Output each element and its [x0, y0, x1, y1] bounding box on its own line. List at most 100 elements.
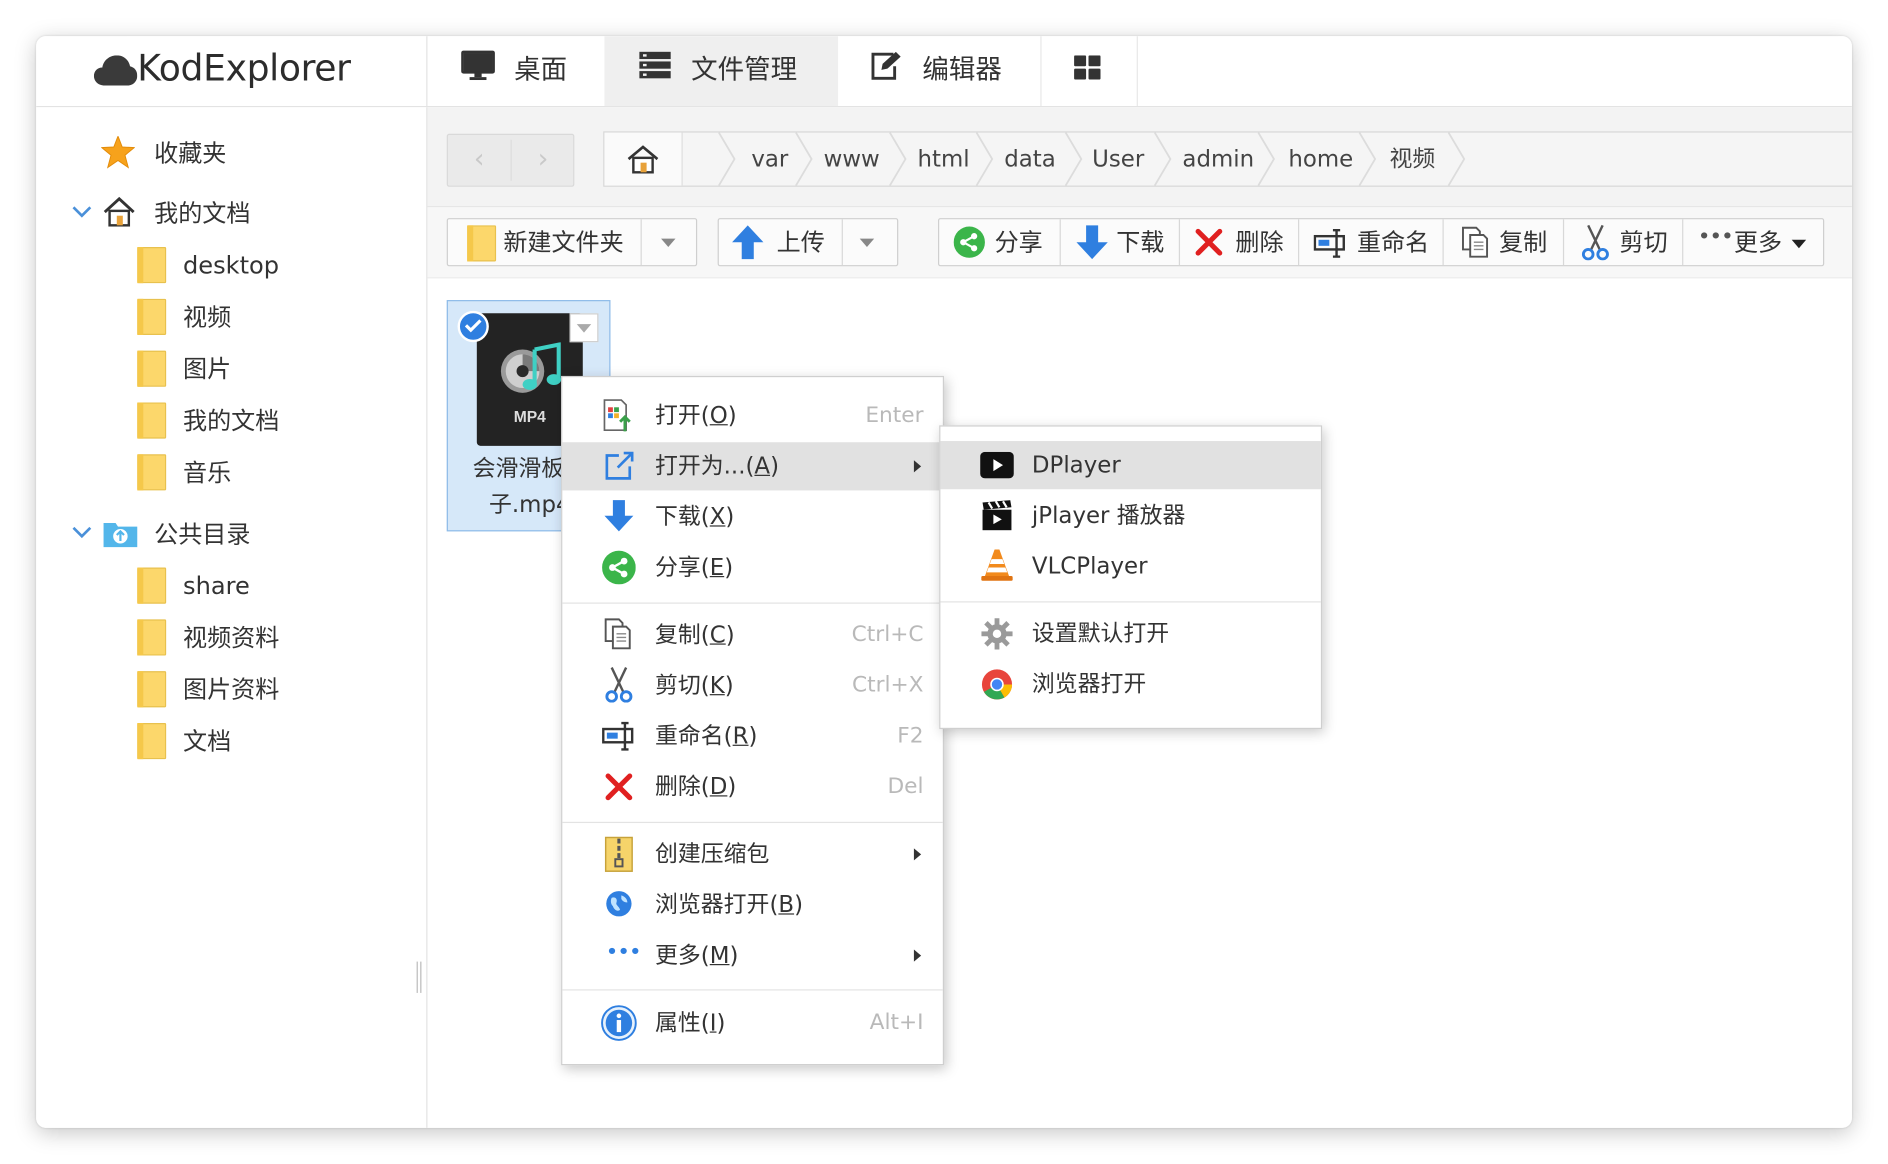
rename-button[interactable]: 重命名 — [1299, 219, 1442, 265]
menu-item-label: 属性(I) — [655, 1009, 726, 1037]
share-icon — [953, 226, 985, 258]
breadcrumb-item[interactable]: www — [824, 133, 880, 186]
menu-item-cut[interactable]: 剪切(K) Ctrl+X — [562, 662, 942, 710]
tab-editor[interactable]: 编辑器 — [838, 36, 1040, 106]
tree-item-folder[interactable]: 图片资料 — [137, 668, 402, 711]
submenu-item-dplayer[interactable]: DPlayer — [940, 441, 1321, 490]
menu-item-label: 打开(O) — [655, 402, 737, 429]
forward-button[interactable]: › — [512, 135, 575, 186]
checkmark-icon[interactable] — [457, 310, 489, 343]
chevron-down-icon[interactable] — [72, 206, 92, 218]
submenu-item-vlcplayer[interactable]: VLCPlayer — [940, 542, 1320, 590]
tree-item-my-documents[interactable]: 我的文档 — [72, 192, 409, 235]
breadcrumb-separator-icon — [718, 132, 736, 186]
new-folder-button[interactable]: 新建文件夹 — [448, 219, 641, 265]
copy-button[interactable]: 复制 — [1444, 219, 1563, 265]
menu-item-open[interactable]: 打开(O) Enter — [562, 392, 942, 440]
breadcrumb-separator-icon — [795, 132, 813, 186]
back-button[interactable]: ‹ — [448, 135, 511, 186]
path-bar: ‹ › var www html data User admin home 视频 — [427, 107, 1852, 208]
menu-item-delete[interactable]: 删除(D) Del — [562, 763, 942, 811]
app-logo-text: KodExplorer — [137, 48, 351, 91]
breadcrumb-item[interactable]: html — [918, 133, 970, 186]
breadcrumb-separator-icon — [1358, 132, 1377, 186]
menu-item-download[interactable]: 下载(X) — [562, 493, 942, 541]
public-folder-icon — [103, 522, 138, 548]
submenu-item-open-in-browser[interactable]: 浏览器打开 — [940, 660, 1320, 708]
scissors-icon — [1581, 224, 1609, 261]
file-menu-dropdown[interactable] — [569, 313, 599, 343]
tree-item-favorites[interactable]: 收藏夹 — [101, 131, 414, 174]
submenu-item-set-default[interactable]: 设置默认打开 — [940, 610, 1320, 658]
menu-item-copy[interactable]: 复制(C) Ctrl+C — [562, 611, 942, 659]
menu-item-more[interactable]: ••• 更多(M) — [562, 931, 942, 979]
tree-item-label: 图片 — [183, 354, 232, 384]
submenu-arrow-icon — [913, 848, 922, 861]
menu-item-rename[interactable]: 重命名(R) F2 — [562, 712, 942, 760]
breadcrumb-item[interactable]: 视频 — [1390, 133, 1436, 186]
tree-item-folder[interactable]: 我的文档 — [137, 399, 402, 442]
info-icon — [601, 1005, 637, 1041]
tab-file-manager[interactable]: 文件管理 — [604, 36, 839, 107]
menu-item-open-in-browser[interactable]: 浏览器打开(B) — [562, 881, 942, 929]
tree-item-folder[interactable]: share — [137, 564, 402, 607]
tree-item-folder[interactable]: desktop — [137, 243, 402, 286]
tree-item-label: 视频 — [183, 302, 232, 332]
vlc-cone-icon — [981, 549, 1013, 581]
delete-label: 删除 — [1235, 227, 1284, 257]
breadcrumb-item[interactable]: var — [751, 133, 788, 186]
tree-item-public[interactable]: 公共目录 — [72, 512, 409, 555]
breadcrumb-home[interactable] — [604, 132, 683, 186]
tree-item-label: 收藏夹 — [154, 138, 227, 168]
menu-item-properties[interactable]: 属性(I) Alt+I — [562, 999, 942, 1047]
upload-button[interactable]: 上传 — [719, 219, 842, 265]
breadcrumb-separator-icon — [1257, 132, 1275, 186]
folder-icon — [137, 619, 167, 656]
breadcrumb-item[interactable]: User — [1092, 133, 1144, 186]
menu-divider — [562, 602, 943, 604]
tree-item-folder[interactable]: 图片 — [137, 347, 402, 390]
download-label: 下载 — [1116, 227, 1165, 257]
tree-item-folder[interactable]: 文档 — [137, 719, 402, 762]
file-actions-group: 分享 下载 删除 重命名 复制 剪切 ••• 更多 — [937, 218, 1825, 267]
more-button[interactable]: ••• 更多 — [1683, 219, 1823, 265]
submenu-item-jplayer[interactable]: jPlayer 播放器 — [940, 492, 1320, 540]
tab-desktop[interactable]: 桌面 — [427, 36, 603, 106]
tree-item-label: 我的文档 — [183, 406, 280, 436]
tab-apps[interactable] — [1040, 36, 1136, 106]
breadcrumb-item[interactable]: home — [1288, 133, 1353, 186]
menu-shortcut: Enter — [865, 402, 924, 428]
breadcrumb-separator-icon — [1064, 132, 1083, 186]
tree-item-folder[interactable]: 视频资料 — [137, 616, 402, 659]
menu-item-label: 更多(M) — [655, 942, 739, 969]
breadcrumb-separator-icon — [889, 132, 907, 186]
share-button[interactable]: 分享 — [939, 219, 1059, 265]
menu-item-create-archive[interactable]: 创建压缩包 — [562, 830, 942, 878]
new-menu-dropdown[interactable] — [642, 219, 697, 265]
menu-item-label: 创建压缩包 — [655, 841, 770, 868]
upload-dropdown[interactable] — [843, 219, 898, 265]
menu-item-share[interactable]: 分享(E) — [562, 543, 942, 591]
upload-group: 上传 — [717, 218, 899, 267]
breadcrumb-item[interactable]: admin — [1182, 133, 1254, 186]
menu-item-label: 浏览器打开(B) — [655, 891, 804, 919]
delete-button[interactable]: 删除 — [1180, 219, 1298, 265]
submenu-item-label: jPlayer 播放器 — [1031, 502, 1186, 529]
tree-item-folder[interactable]: 音乐 — [137, 451, 402, 494]
cut-label: 剪切 — [1619, 227, 1668, 257]
download-button[interactable]: 下载 — [1061, 219, 1179, 265]
share-icon — [602, 550, 636, 585]
chevron-down-icon[interactable] — [72, 526, 92, 539]
delete-x-icon — [605, 773, 633, 801]
tree-item-folder[interactable]: 视频 — [137, 295, 402, 338]
tree-item-label: 文档 — [183, 726, 232, 756]
caret-down-icon — [576, 324, 592, 333]
submenu-item-label: VLCPlayer — [1031, 553, 1148, 580]
home-icon — [627, 145, 659, 174]
rename-icon — [602, 721, 634, 751]
breadcrumb-item[interactable]: data — [1004, 133, 1056, 186]
sidebar-resize-handle[interactable] — [416, 961, 422, 993]
cut-button[interactable]: 剪切 — [1564, 219, 1682, 265]
menu-shortcut: F2 — [897, 723, 924, 749]
menu-item-open-with[interactable]: 打开为...(A) — [562, 442, 943, 491]
